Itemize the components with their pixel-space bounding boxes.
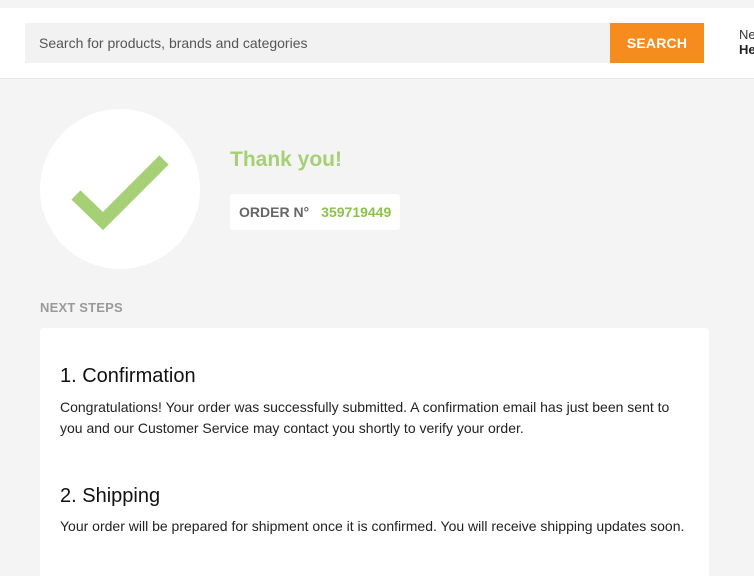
header-notch xyxy=(48,0,64,8)
order-number-label: ORDER N° xyxy=(239,204,310,220)
thank-you-heading: Thank you! xyxy=(230,148,343,171)
checkmark-icon xyxy=(71,155,169,231)
order-number-box: ORDER N° 359719449 xyxy=(230,194,401,230)
step-title-confirmation: 1. Confirmation xyxy=(60,365,196,387)
next-steps-heading: NEXT STEPS xyxy=(40,300,123,315)
search-button[interactable]: SEARCH xyxy=(610,23,704,63)
page: SEARCH Ne He Thank you! ORDER N° 3597194… xyxy=(0,0,754,576)
account-label: He xyxy=(739,42,754,57)
order-number-value: 359719449 xyxy=(321,204,392,220)
next-steps-card: 1. Confirmation Congratulations! Your or… xyxy=(40,328,709,576)
step-text-confirmation: Congratulations! Your order was successf… xyxy=(60,399,670,436)
account-greeting: Ne xyxy=(739,27,754,42)
success-badge xyxy=(40,109,200,269)
search-input[interactable] xyxy=(25,23,610,63)
header: SEARCH Ne He xyxy=(0,0,754,79)
step-title-shipping: 2. Shipping xyxy=(60,485,161,507)
account-menu[interactable]: Ne He xyxy=(739,27,754,57)
step-text-shipping: Your order will be prepared for shipment… xyxy=(60,518,685,534)
